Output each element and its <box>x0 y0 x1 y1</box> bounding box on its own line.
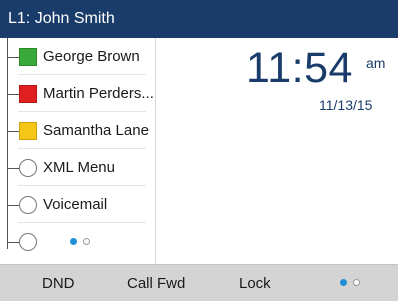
clock-time: 11:54 <box>246 44 353 92</box>
empty-circle-icon <box>19 158 37 177</box>
presence-away-icon <box>19 121 37 140</box>
line-key-samantha-lane[interactable]: Samantha Lane <box>0 112 156 149</box>
line-key-page-switch[interactable] <box>0 223 156 260</box>
line-key-label: George Brown <box>43 48 140 65</box>
clock-ampm: am <box>366 55 386 71</box>
softkey-label: Lock <box>239 274 271 292</box>
line-key-voicemail[interactable]: Voicemail <box>0 186 156 223</box>
page-dot-active-icon <box>70 237 77 245</box>
presence-busy-icon <box>19 84 37 103</box>
page-dot-inactive-icon <box>353 279 360 286</box>
line-key-label: Martin Perders... <box>43 85 154 102</box>
phone-screen: L1: John Smith George Brown Martin Perde… <box>0 0 398 301</box>
line-key-list: George Brown Martin Perders... Samantha … <box>0 38 156 264</box>
softkey-label: Call Fwd <box>127 274 186 292</box>
clock-date: 11/13/15 <box>319 97 373 113</box>
line-key-panel: George Brown Martin Perders... Samantha … <box>0 38 156 264</box>
line-key-label: Samantha Lane <box>43 122 149 139</box>
page-dot-inactive-icon <box>83 237 90 245</box>
page-dot-active-icon <box>340 279 347 286</box>
line-title: L1: John Smith <box>8 10 115 27</box>
line-key-label: XML Menu <box>43 159 115 176</box>
line-title-bar: L1: John Smith <box>0 0 398 38</box>
softkey-label: DND <box>42 274 75 292</box>
softkey-page-indicator[interactable] <box>340 279 360 286</box>
empty-circle-icon <box>19 232 37 251</box>
call-fwd-softkey[interactable]: Call Fwd <box>127 265 185 301</box>
line-key-george-brown[interactable]: George Brown <box>0 38 156 75</box>
dnd-softkey[interactable]: DND <box>42 265 75 301</box>
presence-available-icon <box>19 47 37 66</box>
line-key-xml-menu[interactable]: XML Menu <box>0 149 156 186</box>
lock-softkey[interactable]: Lock <box>239 265 271 301</box>
key-page-indicator <box>70 237 90 246</box>
empty-circle-icon <box>19 195 37 214</box>
line-key-martin-perders[interactable]: Martin Perders... <box>0 75 156 112</box>
line-key-label: Voicemail <box>43 196 108 213</box>
softkey-bar: DND Call Fwd Lock <box>0 264 398 301</box>
